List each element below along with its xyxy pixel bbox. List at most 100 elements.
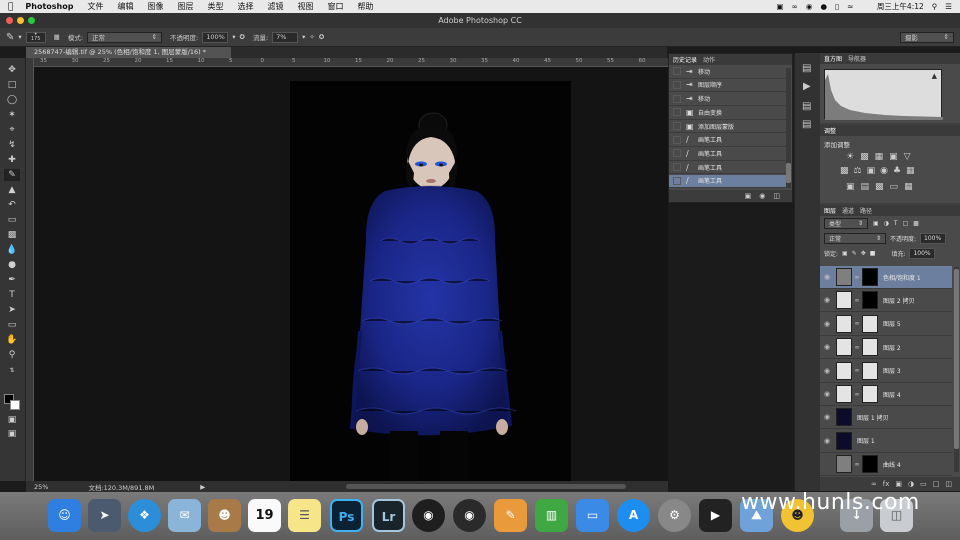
new-document-from-state-icon[interactable]: ▣	[745, 192, 752, 200]
history-item[interactable]: ▣ 自由变换	[669, 106, 787, 120]
layer-mask-thumbnail[interactable]	[862, 455, 878, 474]
visibility-eye-icon[interactable]: ◉	[820, 437, 834, 445]
tab-layers[interactable]: 图层	[824, 206, 836, 215]
menu-select[interactable]: 选择	[237, 1, 253, 12]
layer-name[interactable]: 图层 2	[883, 343, 901, 352]
mode-select[interactable]: 正常 ⇕	[87, 31, 163, 43]
layer-row[interactable]: ∞ 曲线 4	[820, 453, 952, 476]
onepassword-icon[interactable]: ◉	[412, 499, 445, 532]
brush-tool-icon[interactable]: ✎	[4, 169, 20, 181]
levels-icon[interactable]: ▩	[860, 152, 869, 162]
layer-mask-thumbnail[interactable]	[862, 361, 878, 380]
flow-input[interactable]: 7%	[272, 31, 299, 43]
brush-size-picker[interactable]: • 175	[25, 31, 46, 43]
layer-row[interactable]: ◉ ∞ 图层 3	[820, 360, 952, 383]
doc-size[interactable]: 文档:120.3M/891.8M	[88, 482, 154, 492]
visibility-eye-icon[interactable]: ◉	[820, 273, 834, 281]
menu-edit[interactable]: 编辑	[117, 1, 133, 12]
channel-mixer-icon[interactable]: ♣	[893, 166, 901, 176]
layer-row[interactable]: ◉ ∞ 图层 4	[820, 383, 952, 406]
photo-booth-icon[interactable]: ◉	[453, 499, 486, 532]
type-tool-icon[interactable]: T	[4, 289, 20, 301]
filter-type-icon[interactable]: T	[894, 220, 898, 227]
zoom-tool-icon[interactable]: ⚲	[4, 349, 20, 361]
mask-link-icon[interactable]: ∞	[854, 297, 860, 304]
history-scroll-thumb[interactable]	[786, 163, 791, 183]
menu-layer[interactable]: 图层	[177, 1, 193, 12]
mask-link-icon[interactable]: ∞	[854, 367, 860, 374]
layer-thumbnail[interactable]	[836, 268, 852, 286]
visibility-eye-icon[interactable]: ◉	[820, 367, 834, 375]
actions-panel-icon[interactable]: ▶	[803, 81, 811, 92]
tab-channels[interactable]: 通道	[842, 206, 854, 215]
curves-icon[interactable]: ▦	[875, 152, 884, 162]
blur-tool-icon[interactable]: 💧	[4, 244, 20, 256]
system-preferences-icon[interactable]: ⚙	[658, 499, 691, 532]
document-image[interactable]	[290, 81, 571, 481]
menu-window[interactable]: 窗口	[327, 1, 343, 12]
lightroom-icon[interactable]: Lr	[372, 499, 405, 532]
swap-colors-icon[interactable]: ⇅	[4, 365, 20, 377]
layer-row[interactable]: ◉ 图层 1	[820, 430, 952, 453]
layer-name[interactable]: 图层 3	[883, 366, 901, 375]
tab-histogram[interactable]: 直方图	[824, 54, 842, 63]
history-item[interactable]: ∕ 画笔工具	[669, 174, 787, 189]
app-menu[interactable]: Photoshop	[25, 2, 73, 11]
filter-smart-icon[interactable]: ▩	[913, 220, 919, 227]
layer-thumbnail[interactable]	[836, 314, 852, 333]
brightness-contrast-icon[interactable]: ☀	[846, 152, 854, 162]
selective-color-icon[interactable]: ▦	[904, 182, 913, 192]
history-panel-icon[interactable]: ▤	[802, 63, 811, 74]
invert-icon[interactable]: ▣	[846, 182, 855, 192]
delete-layer-icon[interactable]: ◫	[945, 480, 952, 488]
history-item[interactable]: ⇥ 移动	[669, 65, 787, 79]
quick-mask-icon[interactable]: ▣	[4, 414, 20, 426]
layer-thumbnail[interactable]	[836, 385, 852, 403]
layer-thumbnail[interactable]	[836, 431, 852, 450]
layer-row[interactable]: ◉ ∞ 图层 5	[820, 313, 952, 336]
opacity-input[interactable]: 100%	[202, 31, 229, 43]
layer-thumbnail[interactable]	[836, 361, 852, 380]
history-snapshot-checkbox[interactable]	[673, 94, 681, 103]
threshold-icon[interactable]: ▩	[875, 182, 884, 192]
character-panel-icon[interactable]: ▤	[802, 101, 811, 112]
visibility-eye-icon[interactable]: ◉	[820, 320, 834, 328]
layer-mask-thumbnail[interactable]	[862, 268, 878, 286]
marquee-tool-icon[interactable]: □	[4, 79, 20, 91]
layer-row[interactable]: ◉ ∞ 图层 2	[820, 336, 952, 360]
layer-mask-thumbnail[interactable]	[862, 291, 878, 310]
shield-icon[interactable]: ◉	[806, 2, 813, 11]
history-snapshot-checkbox[interactable]	[673, 108, 681, 117]
list-icon[interactable]: ☰	[945, 2, 952, 11]
calendar-icon[interactable]: 19	[248, 499, 281, 532]
close-window-button[interactable]	[6, 17, 13, 24]
layer-mask-thumbnail[interactable]	[862, 385, 878, 403]
snapshot-icon[interactable]: ◉	[759, 192, 765, 200]
crop-tool-icon[interactable]: ⌖	[4, 124, 20, 136]
gradient-map-icon[interactable]: ▭	[890, 182, 899, 192]
visibility-eye-icon[interactable]: ◉	[820, 413, 834, 421]
airbrush-icon[interactable]: ✧	[309, 33, 314, 41]
layer-name[interactable]: 曲线 4	[883, 460, 901, 469]
layer-row[interactable]: ◉ ∞ 色相/饱和度 1	[820, 266, 952, 289]
new-group-icon[interactable]: ▭	[920, 480, 927, 488]
final-cut-icon[interactable]: ▶	[699, 499, 732, 532]
dodge-tool-icon[interactable]: ●	[4, 259, 20, 271]
path-selection-tool-icon[interactable]: ➤	[4, 304, 20, 316]
lock-transparent-icon[interactable]: ▣	[842, 250, 848, 257]
layer-style-icon[interactable]: fx	[883, 480, 890, 488]
clock-text[interactable]: 周三上午4:12	[877, 1, 924, 12]
layer-thumbnail[interactable]	[836, 408, 852, 427]
layer-mask-thumbnail[interactable]	[862, 338, 878, 357]
screen-mode-icon[interactable]: ▣	[4, 428, 20, 440]
history-snapshot-checkbox[interactable]	[673, 176, 681, 185]
posterize-icon[interactable]: ▤	[861, 182, 870, 192]
history-brush-tool-icon[interactable]: ↶	[4, 199, 20, 211]
filter-adjustment-icon[interactable]: ◑	[884, 220, 889, 227]
history-snapshot-checkbox[interactable]	[673, 135, 681, 144]
trash-icon[interactable]: ◫	[773, 192, 780, 200]
layer-thumbnail[interactable]	[836, 455, 852, 474]
document-tab[interactable]: 2568747-编辑.tif @ 25% (色相/饱和度 1, 图层蒙版/16)…	[26, 47, 231, 58]
color-lookup-icon[interactable]: ▦	[906, 166, 915, 176]
visibility-eye-icon[interactable]: ◉	[820, 343, 834, 351]
